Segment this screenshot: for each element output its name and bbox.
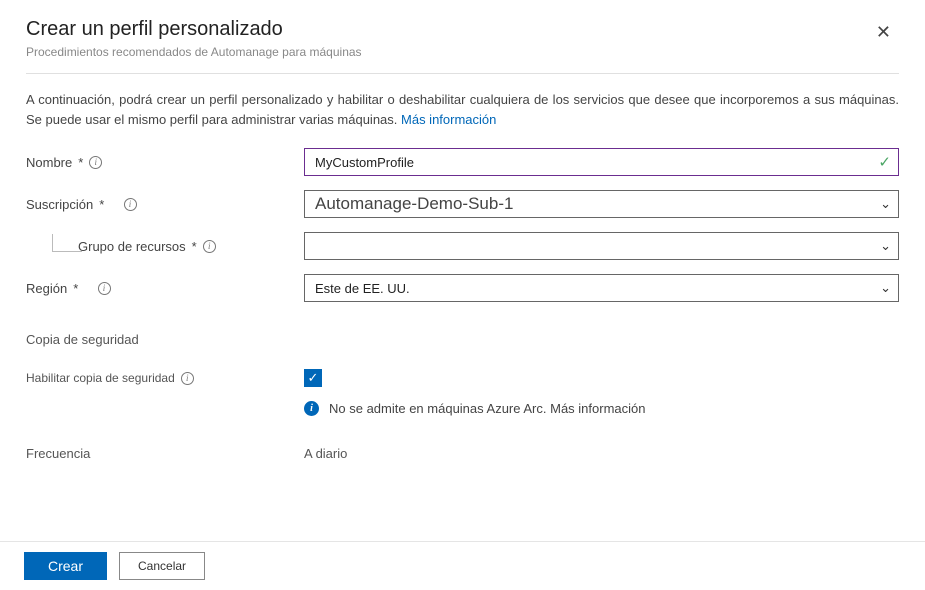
more-info-link[interactable]: Más información — [401, 112, 496, 127]
subscription-label: Suscripción* i — [26, 197, 304, 212]
description-text: A continuación, podrá crear un perfil pe… — [26, 90, 899, 130]
enable-backup-label: Habilitar copia de seguridad i — [26, 371, 304, 385]
frequency-label: Frecuencia — [26, 446, 304, 461]
frequency-value: A diario — [304, 446, 347, 461]
page-title: Crear un perfil personalizado — [26, 18, 362, 41]
resource-group-select[interactable] — [304, 232, 899, 260]
header-divider — [26, 73, 899, 74]
region-label: Región* i — [26, 281, 304, 296]
close-icon: ✕ — [876, 22, 891, 42]
footer-bar: Crear Cancelar — [0, 541, 925, 590]
page-subtitle: Procedimientos recomendados de Automanag… — [26, 45, 362, 59]
create-button[interactable]: Crear — [24, 552, 107, 580]
tree-connector — [52, 234, 82, 252]
info-icon[interactable]: i — [181, 372, 194, 385]
info-icon[interactable]: i — [98, 282, 111, 295]
enable-backup-checkbox[interactable]: ✓ — [304, 369, 322, 387]
info-icon[interactable]: i — [203, 240, 216, 253]
backup-helper-text: i No se admite en máquinas Azure Arc. Má… — [304, 401, 899, 416]
info-icon: i — [304, 401, 319, 416]
name-input[interactable] — [304, 148, 899, 176]
info-icon[interactable]: i — [89, 156, 102, 169]
subscription-select[interactable] — [304, 190, 899, 218]
check-icon: ✓ — [878, 153, 891, 171]
region-select[interactable] — [304, 274, 899, 302]
backup-section-heading: Copia de seguridad — [26, 332, 899, 347]
check-icon: ✓ — [308, 370, 319, 386]
name-label: Nombre* i — [26, 155, 304, 170]
cancel-button[interactable]: Cancelar — [119, 552, 205, 580]
close-button[interactable]: ✕ — [868, 18, 899, 47]
info-icon[interactable]: i — [124, 198, 137, 211]
